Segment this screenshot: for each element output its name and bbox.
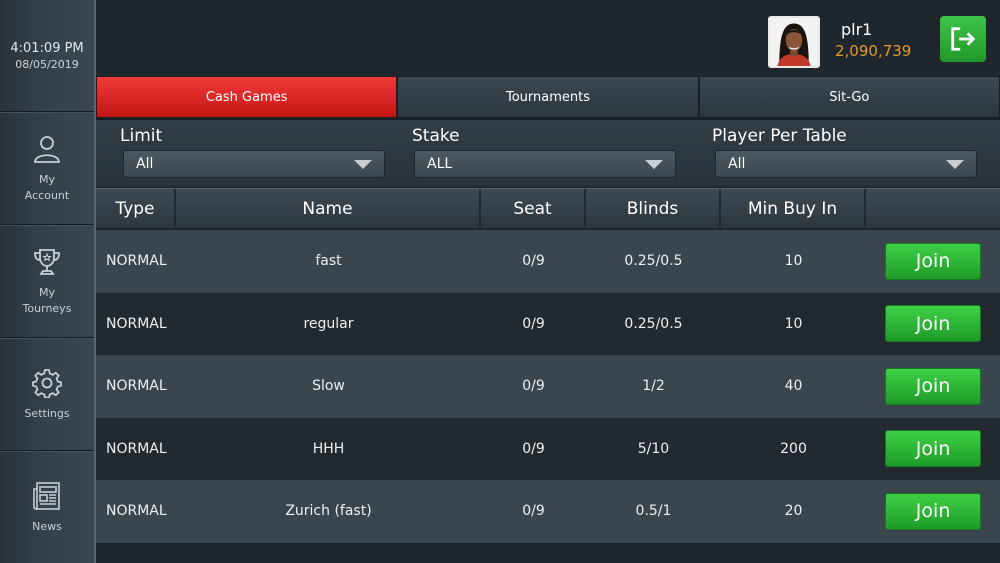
cell-name: Zurich (fast) bbox=[285, 503, 372, 520]
cell-blinds: 0.25/0.5 bbox=[624, 315, 683, 332]
cell-min-buy-in: 10 bbox=[784, 253, 803, 270]
cell-min-buy-in: 20 bbox=[784, 503, 803, 520]
filter-stake-label: Stake bbox=[412, 126, 460, 146]
filter-limit: Limit bbox=[120, 120, 162, 146]
limit-select[interactable]: All bbox=[123, 150, 385, 178]
sidebar-item-label: Settings bbox=[24, 406, 70, 420]
game-tabs: Cash Games Tournaments Sit-Go bbox=[96, 76, 1000, 118]
column-header-action bbox=[866, 189, 1000, 229]
chevron-down-icon bbox=[354, 160, 372, 169]
column-header-seat[interactable]: Seat bbox=[481, 189, 586, 229]
limit-select-value: All bbox=[136, 156, 154, 172]
join-button[interactable]: Join bbox=[885, 430, 981, 468]
cell-type: NORMAL bbox=[106, 253, 167, 270]
logout-button[interactable] bbox=[940, 16, 986, 62]
cell-min-buy-in: 200 bbox=[780, 440, 807, 457]
sidebar-item-label: News bbox=[32, 519, 62, 533]
cell-type: NORMAL bbox=[106, 503, 167, 520]
trophy-icon bbox=[34, 248, 60, 275]
clock-date: 08/05/2019 bbox=[15, 57, 79, 71]
cell-blinds: 0.5/1 bbox=[635, 503, 672, 520]
cell-blinds: 1/2 bbox=[642, 378, 665, 395]
sidebar-item-label: My Tourneys bbox=[22, 285, 72, 315]
game-list: NORMAL fast 0/9 0.25/0.5 10 Join NORMAL … bbox=[96, 230, 1000, 543]
cell-action: Join bbox=[866, 492, 1000, 530]
cell-name: fast bbox=[315, 253, 342, 270]
table-row[interactable]: NORMAL Zurich (fast) 0/9 0.5/1 20 Join bbox=[96, 480, 1000, 543]
join-button[interactable]: Join bbox=[885, 492, 981, 530]
sidebar-item-settings[interactable]: Settings bbox=[0, 338, 94, 451]
table-row[interactable]: NORMAL fast 0/9 0.25/0.5 10 Join bbox=[96, 230, 1000, 293]
cell-blinds: 5/10 bbox=[637, 440, 670, 457]
cell-type: NORMAL bbox=[106, 378, 167, 395]
cell-blinds: 0.25/0.5 bbox=[624, 253, 683, 270]
join-button[interactable]: Join bbox=[885, 305, 981, 343]
join-button[interactable]: Join bbox=[885, 367, 981, 405]
cell-type: NORMAL bbox=[106, 315, 167, 332]
filter-limit-label: Limit bbox=[120, 126, 163, 146]
clock: 4:01:09 PM 08/05/2019 bbox=[0, 0, 94, 112]
chevron-down-icon bbox=[946, 160, 964, 169]
table-row[interactable]: NORMAL regular 0/9 0.25/0.5 10 Join bbox=[96, 292, 1000, 355]
filter-players-label: Player Per Table bbox=[712, 126, 847, 146]
header: plr1 2,090,739 bbox=[98, 0, 1000, 76]
tab-tournaments[interactable]: Tournaments bbox=[397, 76, 699, 118]
player-chips: 2,090,739 bbox=[835, 42, 912, 60]
column-header-name[interactable]: Name bbox=[176, 189, 481, 229]
cell-seat: 0/9 bbox=[522, 503, 545, 520]
cell-seat: 0/9 bbox=[522, 253, 545, 270]
table-footer-space bbox=[96, 543, 1000, 563]
stake-select-value: ALL bbox=[427, 156, 453, 172]
cell-action: Join bbox=[866, 305, 1000, 343]
logout-icon bbox=[951, 27, 976, 51]
sidebar: 4:01:09 PM 08/05/2019 My Account My Tour… bbox=[0, 0, 96, 563]
filter-bar: Limit All Stake ALL Player Per Table All bbox=[96, 118, 1000, 186]
avatar-image bbox=[770, 18, 818, 66]
filter-stake: Stake bbox=[412, 120, 460, 146]
table-header: Type Name Seat Blinds Min Buy In bbox=[96, 188, 1000, 229]
sidebar-item-my-account[interactable]: My Account bbox=[0, 112, 94, 225]
cell-name: HHH bbox=[312, 440, 345, 457]
sidebar-item-label: My Account bbox=[24, 172, 70, 202]
tab-sit-go[interactable]: Sit-Go bbox=[698, 76, 1000, 118]
cell-action: Join bbox=[866, 242, 1000, 280]
filter-players: Player Per Table bbox=[712, 120, 847, 146]
cell-type: NORMAL bbox=[106, 440, 167, 457]
stake-select[interactable]: ALL bbox=[414, 150, 676, 178]
sidebar-item-news[interactable]: News bbox=[0, 451, 94, 563]
table-row[interactable]: NORMAL HHH 0/9 5/10 200 Join bbox=[96, 417, 1000, 480]
cell-min-buy-in: 40 bbox=[784, 378, 803, 395]
chevron-down-icon bbox=[645, 160, 663, 169]
newspaper-icon bbox=[33, 481, 60, 510]
clock-time: 4:01:09 PM bbox=[10, 40, 84, 56]
player-name: plr1 bbox=[841, 20, 873, 39]
cell-action: Join bbox=[866, 430, 1000, 468]
tab-cash-games[interactable]: Cash Games bbox=[96, 76, 398, 118]
cell-action: Join bbox=[866, 367, 1000, 405]
players-select[interactable]: All bbox=[715, 150, 977, 178]
gear-icon bbox=[32, 368, 62, 398]
cell-seat: 0/9 bbox=[522, 315, 545, 332]
table-row[interactable]: NORMAL Slow 0/9 1/2 40 Join bbox=[96, 355, 1000, 418]
column-header-blinds[interactable]: Blinds bbox=[586, 189, 721, 229]
cell-seat: 0/9 bbox=[522, 440, 545, 457]
join-button[interactable]: Join bbox=[885, 242, 981, 280]
cell-name: regular bbox=[303, 315, 354, 332]
sidebar-item-my-tourneys[interactable]: My Tourneys bbox=[0, 225, 94, 338]
cell-name: Slow bbox=[312, 378, 345, 395]
column-header-min-buy-in[interactable]: Min Buy In bbox=[721, 189, 866, 229]
column-header-type[interactable]: Type bbox=[96, 189, 176, 229]
players-select-value: All bbox=[728, 156, 746, 172]
cell-min-buy-in: 10 bbox=[784, 315, 803, 332]
user-icon bbox=[34, 135, 60, 163]
cell-seat: 0/9 bbox=[522, 378, 545, 395]
avatar[interactable] bbox=[768, 16, 820, 68]
